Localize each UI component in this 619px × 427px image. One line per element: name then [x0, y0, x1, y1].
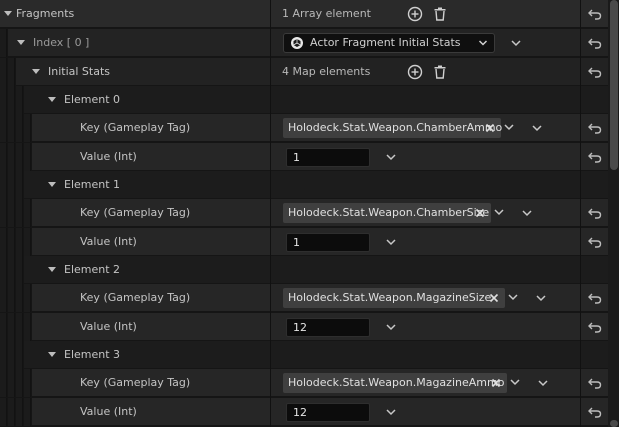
- element-label: Element 3: [64, 348, 121, 361]
- element-key-row: Key (Gameplay Tag) Holodeck.Stat.Weapon.…: [0, 284, 619, 312]
- element-expand-arrow[interactable]: [48, 267, 56, 272]
- gameplay-tag-chip[interactable]: Holodeck.Stat.Weapon.ChamberAmmo: [283, 118, 503, 138]
- key-label: Key (Gameplay Tag): [80, 376, 191, 389]
- element-label: Element 2: [64, 263, 121, 276]
- reset-icon[interactable]: [588, 37, 602, 49]
- index-row: Index [ 0 ] Actor Fragment Initial Stats: [0, 29, 619, 57]
- element-key-row: Key (Gameplay Tag) Holodeck.Stat.Weapon.…: [0, 114, 619, 142]
- reset-icon[interactable]: [588, 151, 602, 163]
- reset-icon[interactable]: [588, 66, 602, 78]
- element-label: Element 1: [64, 178, 121, 191]
- fragments-count: 1 Array element: [282, 7, 371, 20]
- initial-stats-expand-arrow[interactable]: [32, 69, 40, 74]
- int-value-text: 1: [293, 236, 300, 249]
- trash-icon[interactable]: [432, 64, 448, 80]
- int-value-input[interactable]: 12: [286, 318, 370, 337]
- value-options-chevron-icon[interactable]: [385, 322, 397, 332]
- value-label: Value (Int): [80, 150, 137, 163]
- add-element-icon[interactable]: [407, 64, 423, 80]
- fragments-expand-arrow[interactable]: [4, 11, 12, 16]
- remove-tag-icon[interactable]: [484, 122, 496, 134]
- reset-icon[interactable]: [588, 377, 602, 389]
- gameplay-tag-value: Holodeck.Stat.Weapon.MagazineAmmo: [288, 376, 505, 389]
- gameplay-tag-chip[interactable]: Holodeck.Stat.Weapon.MagazineAmmo: [283, 373, 507, 393]
- gameplay-tag-value: Holodeck.Stat.Weapon.ChamberSize: [288, 206, 490, 219]
- tag-dropdown-chevron-icon[interactable]: [503, 123, 515, 133]
- initial-stats-label: Initial Stats: [48, 65, 111, 78]
- int-value-input[interactable]: 1: [286, 148, 370, 167]
- fragments-row: Fragments 1 Array element: [0, 0, 619, 28]
- actor-fragment-icon: [291, 37, 303, 49]
- reset-icon[interactable]: [588, 406, 602, 418]
- add-element-icon[interactable]: [407, 6, 423, 22]
- index-expand-arrow[interactable]: [17, 40, 25, 45]
- fragment-type-value: Actor Fragment Initial Stats: [310, 36, 461, 49]
- gameplay-tag-value: Holodeck.Stat.Weapon.MagazineSize: [288, 291, 492, 304]
- initial-stats-count: 4 Map elements: [282, 65, 371, 78]
- reset-icon[interactable]: [588, 236, 602, 248]
- element-value-row: Value (Int) 12: [0, 398, 619, 426]
- gameplay-tag-value: Holodeck.Stat.Weapon.ChamberAmmo: [288, 121, 503, 134]
- chevron-down-icon: [478, 40, 488, 46]
- scrollbar-thumb[interactable]: [610, 0, 618, 170]
- value-label: Value (Int): [80, 320, 137, 333]
- remove-tag-icon[interactable]: [474, 207, 486, 219]
- gameplay-tag-chip[interactable]: Holodeck.Stat.Weapon.ChamberSize: [283, 203, 491, 223]
- gameplay-tag-chip[interactable]: Holodeck.Stat.Weapon.MagazineSize: [283, 288, 505, 308]
- int-value-text: 12: [293, 406, 307, 419]
- element-key-row: Key (Gameplay Tag) Holodeck.Stat.Weapon.…: [0, 369, 619, 397]
- int-value-text: 12: [293, 321, 307, 334]
- map-element-row: Element 2: [0, 256, 619, 284]
- remove-tag-icon[interactable]: [488, 292, 500, 304]
- key-label: Key (Gameplay Tag): [80, 206, 191, 219]
- reset-column-divider: [580, 0, 581, 427]
- details-panel: Fragments 1 Array element Index [ 0 ] Ac…: [0, 0, 619, 427]
- reset-icon[interactable]: [588, 207, 602, 219]
- map-element-row: Element 0: [0, 86, 619, 114]
- value-options-chevron-icon[interactable]: [385, 407, 397, 417]
- index-options-chevron-icon[interactable]: [510, 38, 522, 48]
- initial-stats-row: Initial Stats 4 Map elements: [0, 58, 619, 86]
- key-options-chevron-icon[interactable]: [531, 123, 543, 133]
- key-options-chevron-icon[interactable]: [537, 378, 549, 388]
- int-value-input[interactable]: 12: [286, 403, 370, 422]
- reset-icon[interactable]: [588, 122, 602, 134]
- fragments-label: Fragments: [16, 7, 75, 20]
- element-value-row: Value (Int) 1: [0, 143, 619, 171]
- reset-icon[interactable]: [588, 321, 602, 333]
- value-options-chevron-icon[interactable]: [385, 152, 397, 162]
- index-label: Index [ 0 ]: [33, 36, 90, 49]
- element-expand-arrow[interactable]: [48, 97, 56, 102]
- element-key-row: Key (Gameplay Tag) Holodeck.Stat.Weapon.…: [0, 199, 619, 227]
- reset-icon[interactable]: [588, 8, 602, 20]
- element-expand-arrow[interactable]: [48, 182, 56, 187]
- value-label: Value (Int): [80, 405, 137, 418]
- element-value-row: Value (Int) 1: [0, 228, 619, 256]
- value-options-chevron-icon[interactable]: [385, 237, 397, 247]
- reset-icon[interactable]: [588, 292, 602, 304]
- remove-tag-icon[interactable]: [490, 377, 502, 389]
- trash-icon[interactable]: [432, 6, 448, 22]
- key-label: Key (Gameplay Tag): [80, 121, 191, 134]
- map-element-row: Element 1: [0, 171, 619, 199]
- fragment-type-dropdown[interactable]: Actor Fragment Initial Stats: [283, 33, 495, 53]
- column-splitter[interactable]: [270, 0, 271, 427]
- key-label: Key (Gameplay Tag): [80, 291, 191, 304]
- map-element-row: Element 3: [0, 341, 619, 369]
- key-options-chevron-icon[interactable]: [535, 293, 547, 303]
- int-value-text: 1: [293, 151, 300, 164]
- tag-dropdown-chevron-icon[interactable]: [507, 293, 519, 303]
- value-label: Value (Int): [80, 235, 137, 248]
- int-value-input[interactable]: 1: [286, 233, 370, 252]
- element-expand-arrow[interactable]: [48, 352, 56, 357]
- scrollbar-thumb-bottom: [610, 420, 618, 427]
- tag-dropdown-chevron-icon[interactable]: [509, 378, 521, 388]
- element-label: Element 0: [64, 93, 121, 106]
- key-options-chevron-icon[interactable]: [521, 208, 533, 218]
- element-value-row: Value (Int) 12: [0, 313, 619, 341]
- tag-dropdown-chevron-icon[interactable]: [493, 208, 505, 218]
